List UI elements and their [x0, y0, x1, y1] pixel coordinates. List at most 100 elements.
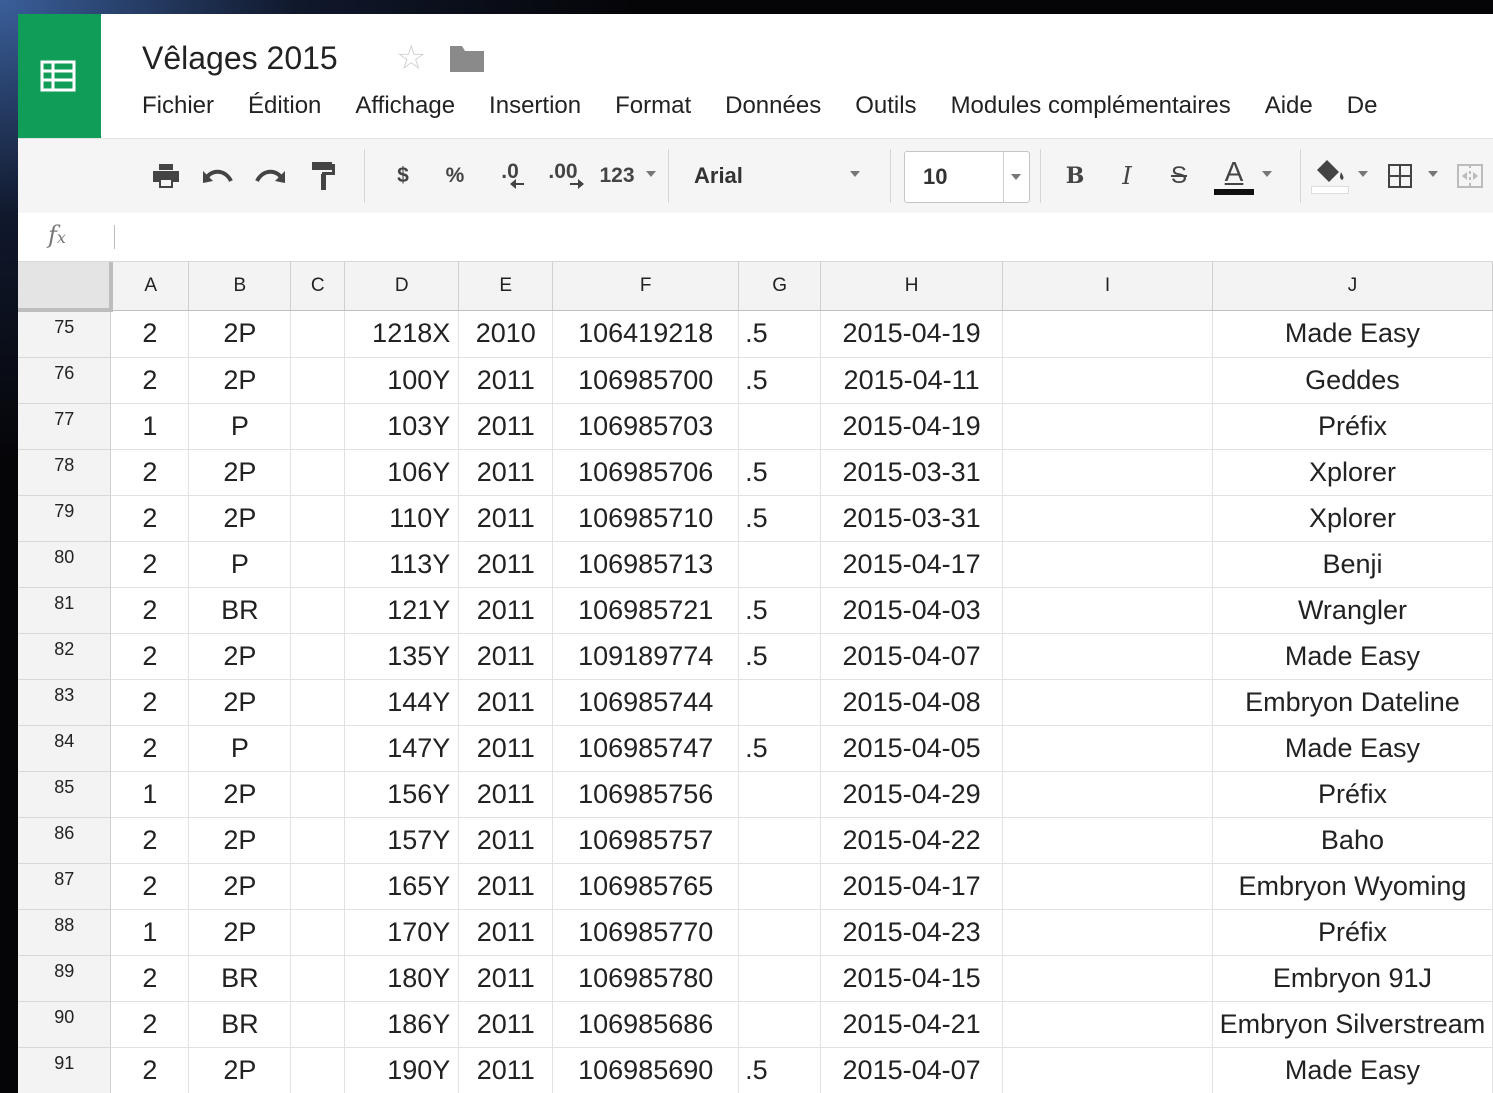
cell-b[interactable]: BR — [188, 1001, 292, 1048]
cell-b[interactable]: P — [188, 541, 292, 588]
borders-button[interactable] — [1380, 139, 1420, 213]
cell-g[interactable]: .5 — [738, 310, 822, 358]
cell-g[interactable]: .5 — [738, 1047, 822, 1093]
cell-j[interactable]: Embryon Dateline — [1212, 679, 1493, 726]
fill-color-button[interactable] — [1310, 139, 1350, 213]
cell-a[interactable]: 2 — [110, 310, 190, 358]
cell-a[interactable]: 2 — [110, 541, 190, 588]
cell-c[interactable] — [290, 863, 346, 910]
cell-f[interactable]: 106985757 — [552, 817, 740, 864]
cell-c[interactable] — [290, 357, 346, 404]
column-header-e[interactable]: E — [458, 262, 554, 311]
more-formats-caret-icon[interactable] — [646, 171, 656, 177]
cell-h[interactable]: 2015-03-31 — [820, 495, 1004, 542]
cell-a[interactable]: 2 — [110, 495, 190, 542]
cell-c[interactable] — [290, 633, 346, 680]
row-header[interactable]: 79 — [18, 495, 112, 542]
increase-decimals-button[interactable]: .00 — [538, 139, 588, 213]
cell-i[interactable] — [1002, 357, 1213, 404]
cell-h[interactable]: 2015-04-17 — [820, 863, 1004, 910]
cell-b[interactable]: BR — [188, 955, 292, 1002]
cell-b[interactable]: 2P — [188, 771, 292, 818]
cell-a[interactable]: 2 — [110, 633, 190, 680]
decrease-decimals-button[interactable]: .0 — [488, 139, 532, 213]
cell-f[interactable]: 106985703 — [552, 403, 740, 450]
cell-j[interactable]: Préfix — [1212, 403, 1493, 450]
star-icon[interactable]: ☆ — [396, 38, 426, 78]
cell-h[interactable]: 2015-04-11 — [820, 357, 1004, 404]
cell-f[interactable]: 106985756 — [552, 771, 740, 818]
cell-g[interactable] — [738, 863, 822, 910]
cell-i[interactable] — [1002, 633, 1213, 680]
cell-e[interactable]: 2011 — [458, 1001, 554, 1048]
column-header-i[interactable]: I — [1002, 262, 1213, 311]
menu-fichier[interactable]: Fichier — [142, 92, 214, 120]
cell-g[interactable] — [738, 771, 822, 818]
cell-e[interactable]: 2011 — [458, 909, 554, 956]
cell-d[interactable]: 190Y — [344, 1047, 460, 1093]
text-color-button[interactable]: A — [1212, 139, 1256, 213]
cell-a[interactable]: 2 — [110, 1047, 190, 1093]
cell-i[interactable] — [1002, 771, 1213, 818]
merge-cells-button[interactable] — [1450, 139, 1490, 213]
cell-a[interactable]: 2 — [110, 449, 190, 496]
cell-g[interactable] — [738, 909, 822, 956]
cell-f[interactable]: 106985690 — [552, 1047, 740, 1093]
cell-b[interactable]: BR — [188, 587, 292, 634]
cell-i[interactable] — [1002, 725, 1213, 772]
cell-f[interactable]: 106985721 — [552, 587, 740, 634]
cell-c[interactable] — [290, 725, 346, 772]
cell-e[interactable]: 2010 — [458, 310, 554, 358]
cell-j[interactable]: Xplorer — [1212, 495, 1493, 542]
column-header-b[interactable]: B — [188, 262, 292, 311]
cell-f[interactable]: 106419218 — [552, 310, 740, 358]
select-all-corner[interactable] — [18, 262, 113, 312]
document-title[interactable]: Vêlages 2015 — [142, 40, 338, 77]
cell-a[interactable]: 1 — [110, 403, 190, 450]
menu-affichage[interactable]: Affichage — [355, 92, 455, 120]
cell-a[interactable]: 2 — [110, 357, 190, 404]
cell-h[interactable]: 2015-04-21 — [820, 1001, 1004, 1048]
cell-f[interactable]: 106985700 — [552, 357, 740, 404]
cell-d[interactable]: 165Y — [344, 863, 460, 910]
row-header[interactable]: 88 — [18, 909, 112, 956]
cell-e[interactable]: 2011 — [458, 357, 554, 404]
formula-input[interactable] — [122, 213, 1482, 261]
cell-b[interactable]: 2P — [188, 357, 292, 404]
cell-b[interactable]: 2P — [188, 679, 292, 726]
cell-j[interactable]: Made Easy — [1212, 1047, 1493, 1093]
cell-j[interactable]: Geddes — [1212, 357, 1493, 404]
cell-j[interactable]: Préfix — [1212, 909, 1493, 956]
cell-b[interactable]: P — [188, 725, 292, 772]
cell-c[interactable] — [290, 771, 346, 818]
cell-j[interactable]: Xplorer — [1212, 449, 1493, 496]
percent-format-button[interactable]: % — [440, 139, 470, 213]
cell-b[interactable]: P — [188, 403, 292, 450]
cell-c[interactable] — [290, 495, 346, 542]
cell-f[interactable]: 106985710 — [552, 495, 740, 542]
cell-f[interactable]: 106985765 — [552, 863, 740, 910]
cell-e[interactable]: 2011 — [458, 633, 554, 680]
cell-i[interactable] — [1002, 449, 1213, 496]
row-header[interactable]: 85 — [18, 771, 112, 818]
fill-color-caret-icon[interactable] — [1358, 171, 1368, 177]
cell-f[interactable]: 106985706 — [552, 449, 740, 496]
cell-i[interactable] — [1002, 403, 1213, 450]
cell-i[interactable] — [1002, 587, 1213, 634]
cell-a[interactable]: 2 — [110, 955, 190, 1002]
cell-a[interactable]: 2 — [110, 587, 190, 634]
bold-button[interactable]: B — [1060, 139, 1090, 213]
cell-b[interactable]: 2P — [188, 909, 292, 956]
cell-f[interactable]: 106985747 — [552, 725, 740, 772]
cell-i[interactable] — [1002, 863, 1213, 910]
cell-g[interactable] — [738, 955, 822, 1002]
cell-d[interactable]: 1218X — [344, 310, 460, 358]
cell-h[interactable]: 2015-04-15 — [820, 955, 1004, 1002]
cell-d[interactable]: 180Y — [344, 955, 460, 1002]
column-header-h[interactable]: H — [820, 262, 1004, 311]
cell-c[interactable] — [290, 679, 346, 726]
row-header[interactable]: 87 — [18, 863, 112, 910]
cell-i[interactable] — [1002, 817, 1213, 864]
cell-a[interactable]: 1 — [110, 771, 190, 818]
cell-i[interactable] — [1002, 679, 1213, 726]
